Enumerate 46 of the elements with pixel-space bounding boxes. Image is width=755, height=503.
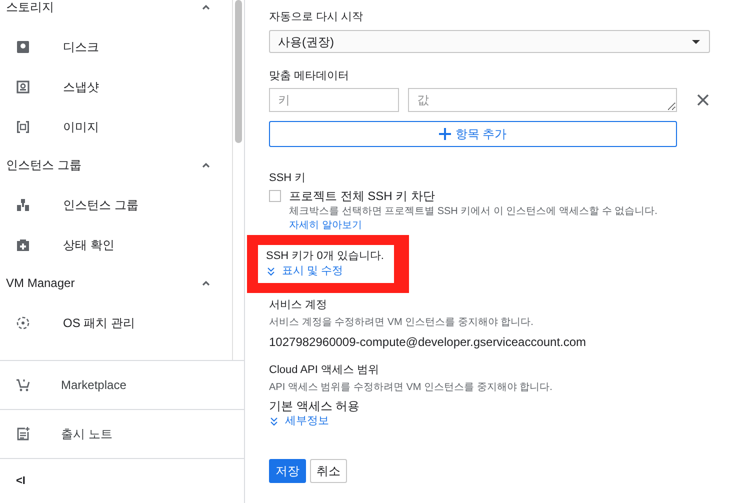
nav-item[interactable]: 스냅샷: [63, 78, 99, 96]
group-icon: [15, 197, 31, 213]
nav-item[interactable]: OS 패치 관리: [63, 314, 136, 332]
nav-item[interactable]: 인스턴스 그룹: [63, 196, 138, 214]
close-icon[interactable]: [696, 93, 710, 107]
cancel-button[interactable]: 취소: [310, 459, 347, 483]
nav-item[interactable]: 상태 확인: [63, 236, 114, 254]
checkbox[interactable]: [269, 190, 281, 202]
medical-bag-icon: [15, 237, 31, 253]
field-label: 서비스 계정: [269, 298, 328, 313]
show-edit-link[interactable]: 표시 및 수정: [266, 264, 384, 279]
access-scope-value: 기본 액세스 허용: [269, 398, 361, 414]
details-link[interactable]: 세부정보: [269, 414, 329, 429]
checkbox-label: 프로젝트 전체 SSH 키 차단: [289, 188, 436, 205]
nav-item[interactable]: 디스크: [63, 38, 99, 56]
field-label: 맞춤 메타데이터: [269, 69, 350, 84]
learn-more-link[interactable]: 자세히 알아보기: [269, 219, 362, 232]
key-input[interactable]: 키: [269, 88, 399, 112]
dropdown-arrow-icon: [691, 38, 701, 44]
image-icon: [15, 119, 31, 135]
ssh-key-count: SSH 키가 0개 있습니다.: [266, 249, 384, 264]
field-label: 자동으로 다시 시작: [269, 10, 364, 25]
service-account-email: 1027982960009-compute@developer.gserviceaccount.com: [269, 334, 588, 350]
save-button[interactable]: 저장: [269, 459, 306, 483]
section-heading: 인스턴스 그룹: [6, 157, 82, 174]
hint-text: 서비스 계정을 수정하려면 VM 인스턴스를 중지해야 합니다.: [269, 316, 534, 330]
cart-icon: [15, 377, 31, 393]
add-item-button[interactable]: 항목 추가: [269, 121, 677, 147]
nav-item[interactable]: Marketplace: [61, 376, 126, 394]
notes-icon: [15, 426, 31, 442]
field-label: Cloud API 액세스 범위: [269, 363, 380, 378]
nav-item[interactable]: 출시 노트: [61, 425, 112, 443]
field-label: SSH 키: [269, 171, 307, 185]
hint-text: API 액세스 범위를 수정하려면 VM 인스턴스를 중지해야 합니다.: [269, 381, 554, 395]
section-heading: 스토리지: [6, 0, 54, 16]
sync-icon: [15, 315, 31, 331]
value-input[interactable]: 값: [408, 88, 677, 112]
plus-icon: [439, 128, 452, 140]
nav-item[interactable]: 이미지: [63, 118, 99, 136]
collapse-button[interactable]: <I: [16, 472, 26, 490]
restart-select[interactable]: 사용(권장): [269, 30, 710, 53]
section-heading: VM Manager: [6, 275, 75, 292]
hint-text: 체크박스를 선택하면 프로젝트별 SSH 키에서 이 인스턴스에 액세스할 수 없습니다.: [288, 205, 658, 219]
double-chevron-icon: [266, 266, 276, 276]
double-chevron-icon: [269, 416, 279, 426]
scrollbar-thumb[interactable]: [235, 0, 242, 143]
